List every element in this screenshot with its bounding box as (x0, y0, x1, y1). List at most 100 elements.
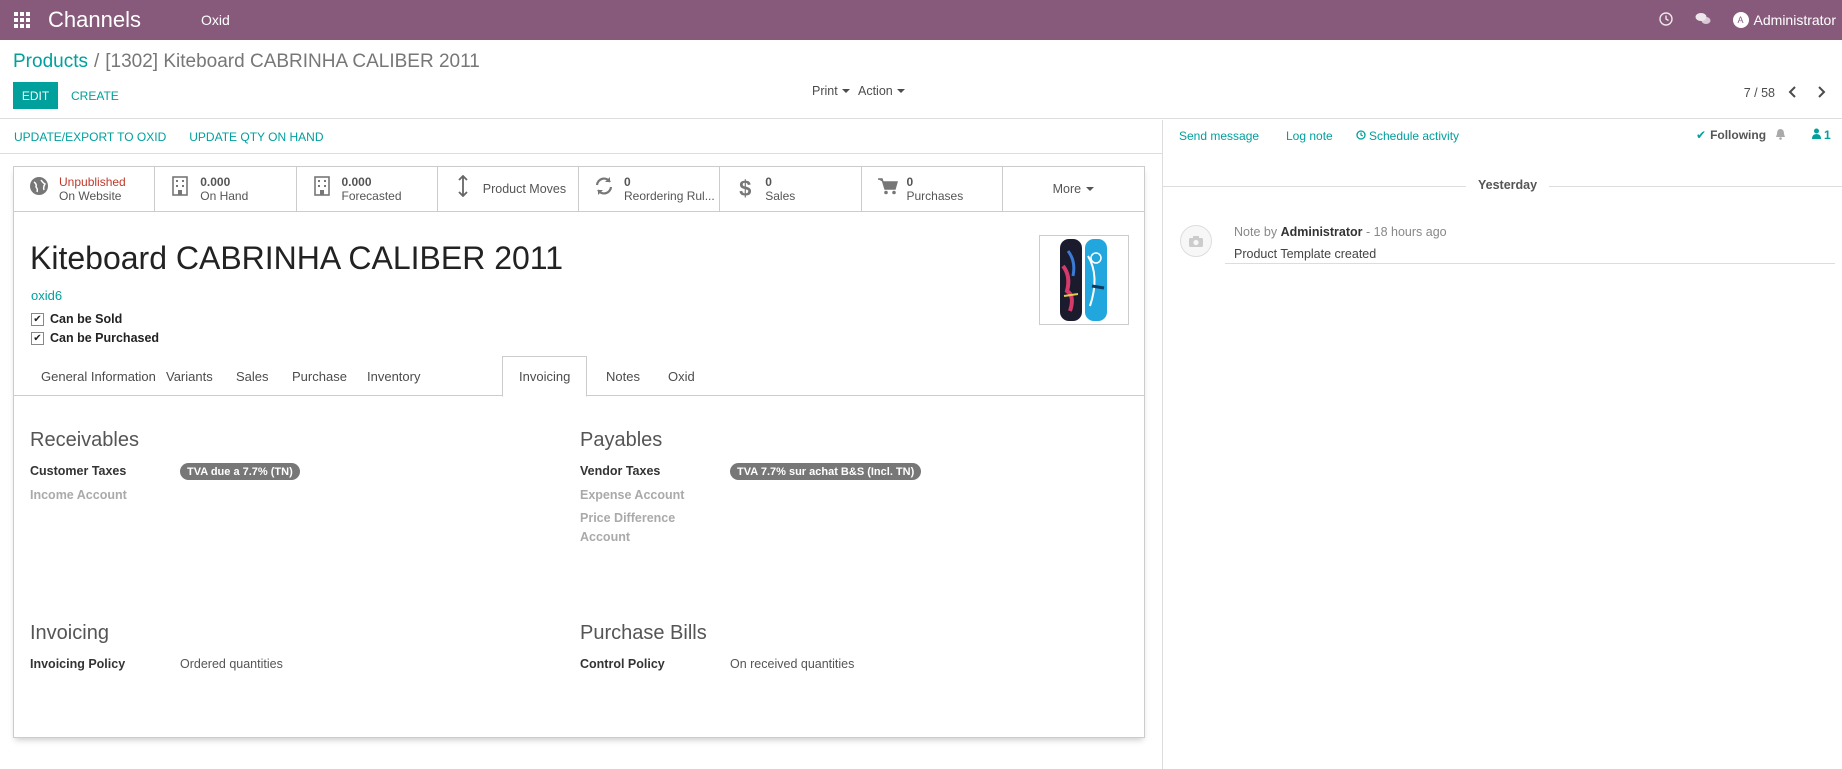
price-difference-label: Price Difference (580, 511, 676, 525)
dollar-icon: $ (739, 176, 752, 201)
payables-title: Payables (580, 429, 663, 451)
tab-inventory[interactable]: Inventory (351, 356, 436, 396)
product-reference[interactable]: oxid6 (31, 288, 62, 303)
action-dropdown[interactable]: Action (858, 84, 905, 98)
avatar: A (1732, 12, 1749, 28)
can-be-purchased-label: Can be Purchased (50, 331, 160, 345)
pager-next-icon[interactable] (1812, 83, 1830, 101)
can-be-sold-checkbox[interactable]: ✔ Can be Sold (31, 312, 122, 326)
tab-notes[interactable]: Notes (590, 356, 656, 396)
following-button[interactable]: ✔ Following (1696, 128, 1766, 142)
message-header: Note by Administrator - 18 hours ago (1234, 225, 1447, 239)
invoicing-policy-label: Invoicing Policy (30, 657, 126, 671)
receivables-title: Receivables (30, 429, 139, 451)
bell-icon[interactable] (1775, 128, 1786, 143)
tab-variants[interactable]: Variants (150, 356, 229, 396)
menu-item-oxid[interactable]: Oxid (201, 12, 230, 28)
website-published-button[interactable]: Unpublished On Website (14, 167, 156, 211)
top-navbar: Channels Oxid A Administrator (0, 0, 1842, 40)
button-box: Unpublished On Website 0.000 On Hand 0.000… (14, 167, 1144, 212)
can-be-purchased-checkbox[interactable]: ✔ Can be Purchased (31, 331, 159, 345)
send-message-button[interactable]: Send message (1179, 129, 1259, 143)
tab-oxid[interactable]: Oxid (652, 356, 711, 396)
print-label: Print (812, 84, 838, 98)
breadcrumb-current: [1302] Kiteboard CABRINHA CALIBER 2011 (105, 51, 480, 72)
following-label: Following (1710, 128, 1767, 142)
update-qty-button[interactable]: UPDATE QTY ON HAND (189, 130, 323, 144)
followers-count: 1 (1824, 128, 1831, 142)
form-sheet: Unpublished On Website 0.000 On Hand 0.000… (13, 166, 1145, 738)
checkmark-icon: ✔ (31, 312, 44, 326)
website-status: Unpublished (59, 175, 126, 189)
reordering-rules-button[interactable]: 0 Reordering Rul... (579, 167, 721, 211)
purchases-value: 0 (906, 175, 914, 189)
invoicing-title: Invoicing (30, 622, 109, 644)
check-icon: ✔ (1696, 128, 1707, 142)
breadcrumb-products[interactable]: Products (13, 51, 88, 72)
purchases-button[interactable]: 0 Purchases (862, 167, 1003, 211)
message-time: - 18 hours ago (1366, 225, 1447, 239)
refresh-icon (594, 176, 614, 202)
vendor-taxes-label: Vendor Taxes (580, 464, 661, 478)
tab-purchase[interactable]: Purchase (276, 356, 363, 396)
cart-icon (877, 177, 898, 201)
building-icon (170, 176, 190, 202)
tab-sales[interactable]: Sales (220, 356, 285, 396)
vendor-tax-tag[interactable]: TVA 7.7% sur achat B&S (Incl. TN) (730, 463, 922, 480)
product-moves-button[interactable]: Product Moves (438, 167, 579, 211)
tab-invoicing[interactable]: Invoicing (502, 356, 588, 397)
app-title[interactable]: Channels (48, 7, 141, 33)
control-panel: Products / [1302] Kiteboard CABRINHA CALIB… (0, 40, 1842, 119)
print-dropdown[interactable]: Print (812, 84, 850, 98)
update-export-oxid-button[interactable]: UPDATE/EXPORT TO OXID (14, 130, 166, 144)
user-name: Administrator (1753, 12, 1836, 28)
customer-tax-tag[interactable]: TVA due a 7.7% (TN) (180, 463, 300, 480)
arrows-vertical-icon (453, 174, 473, 203)
building-icon (312, 176, 332, 202)
conversations-icon[interactable] (1695, 12, 1711, 29)
product-image[interactable] (1039, 235, 1129, 325)
message-body: Product Template created (1234, 247, 1377, 261)
forecasted-label: Forecasted (341, 189, 402, 203)
product-name[interactable]: Kiteboard CABRINHA CALIBER 2011 (30, 240, 563, 277)
schedule-activity-button[interactable]: Schedule activity (1356, 129, 1459, 143)
pager-previous-icon[interactable] (1784, 83, 1802, 101)
forecasted-value: 0.000 (341, 175, 372, 189)
pager-value[interactable]: 7 / 58 (1744, 86, 1775, 100)
caret-down-icon (896, 89, 905, 93)
sales-button[interactable]: $ 0 Sales (720, 167, 862, 211)
more-button[interactable]: More (1003, 167, 1144, 211)
schedule-activity-label: Schedule activity (1369, 129, 1460, 143)
globe-icon (29, 176, 49, 202)
user-menu[interactable]: A Administrator (1732, 12, 1836, 28)
clock-icon (1356, 129, 1366, 143)
checkmark-icon: ✔ (31, 331, 44, 345)
purchase-bills-title: Purchase Bills (580, 622, 707, 644)
forecasted-button[interactable]: 0.000 Forecasted (297, 167, 438, 211)
message-author[interactable]: Administrator (1281, 225, 1363, 239)
edit-button[interactable]: EDIT (13, 82, 58, 109)
user-icon (1812, 128, 1821, 142)
reordering-label: Reordering Rul... (624, 189, 715, 203)
sales-label: Sales (765, 189, 796, 203)
action-label: Action (858, 84, 893, 98)
on-hand-button[interactable]: 0.000 On Hand (155, 167, 297, 211)
breadcrumb: Products / [1302] Kiteboard CABRINHA CALIB… (13, 51, 480, 73)
invoicing-policy-value[interactable]: Ordered quantities (180, 657, 283, 671)
form-statusbar: UPDATE/EXPORT TO OXID UPDATE QTY ON HAND (0, 120, 1162, 154)
caret-down-icon (1086, 187, 1095, 191)
activity-clock-icon[interactable] (1658, 11, 1673, 29)
customer-taxes-label: Customer Taxes (30, 464, 127, 478)
chatter-divider (1162, 120, 1163, 769)
control-policy-value[interactable]: On received quantities (730, 657, 854, 671)
message-divider (1225, 263, 1835, 264)
expense-account-label: Expense Account (580, 488, 685, 502)
create-button[interactable]: CREATE (71, 82, 119, 109)
followers-button[interactable]: 1 (1812, 128, 1831, 142)
on-hand-value: 0.000 (200, 175, 231, 189)
can-be-sold-label: Can be Sold (50, 312, 123, 326)
camera-icon (1180, 225, 1212, 257)
log-note-button[interactable]: Log note (1286, 129, 1333, 143)
apps-menu-icon[interactable] (0, 0, 44, 40)
breadcrumb-separator: / (93, 51, 100, 72)
